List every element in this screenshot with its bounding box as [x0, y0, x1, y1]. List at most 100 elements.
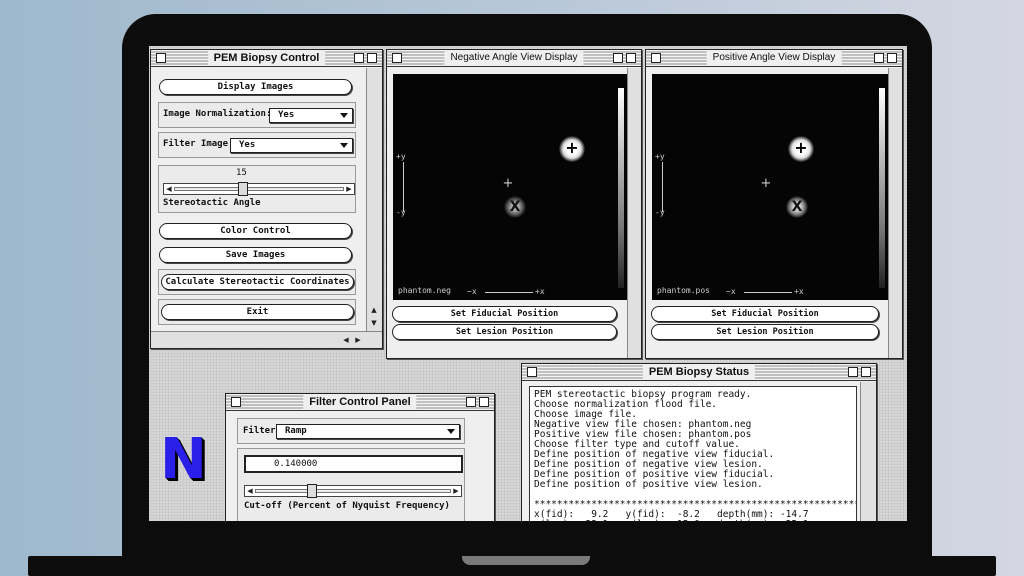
close-box-icon[interactable] [527, 367, 537, 377]
x-plus-label: +x [535, 287, 545, 296]
zoom-box-icon[interactable] [874, 53, 884, 63]
scroll-up-icon[interactable]: ▲ [369, 305, 379, 315]
fiducial-marker: + [794, 138, 808, 157]
close-box-icon[interactable] [156, 53, 166, 63]
y-minus-label: -y [396, 208, 406, 217]
slider-right-arrow-icon[interactable]: ▶ [451, 486, 461, 496]
y-plus-label: +y [655, 152, 665, 161]
vertical-scrollbar[interactable] [627, 68, 641, 358]
collapse-box-icon[interactable] [887, 53, 897, 63]
exit-button[interactable]: Exit [161, 304, 354, 320]
set-lesion-button[interactable]: Set Lesion Position [651, 324, 879, 340]
dropdown-arrow-icon [447, 429, 455, 434]
negative-view-image[interactable]: + X + +y -y phantom.neg −x +x [393, 74, 627, 300]
filter-image-value: Yes [239, 140, 256, 150]
zoom-box-icon[interactable] [466, 397, 476, 407]
lesion-marker: X [509, 199, 521, 215]
center-crosshair: + [760, 176, 772, 191]
window-title: Positive Angle View Display [706, 50, 842, 66]
window-title: PEM Biopsy Status [642, 364, 756, 380]
image-filename: phantom.pos [657, 286, 710, 295]
calculate-coordinates-button[interactable]: Calculate Stereotactic Coordinates [161, 274, 354, 290]
filter-type-select[interactable]: Ramp [276, 424, 460, 439]
normalization-value: Yes [278, 110, 295, 120]
dropdown-arrow-icon [340, 113, 348, 118]
collapse-box-icon[interactable] [861, 367, 871, 377]
title-bar[interactable]: PEM Biopsy Control [151, 50, 382, 67]
zoom-box-icon[interactable] [848, 367, 858, 377]
lesion-marker: X [791, 199, 803, 215]
title-bar[interactable]: Filter Control Panel [226, 394, 494, 411]
positive-view-window: Positive Angle View Display + X + +y -y … [645, 49, 903, 359]
x-minus-label: −x [726, 287, 736, 296]
angle-label: Stereotactic Angle [163, 198, 261, 208]
collapse-box-icon[interactable] [626, 53, 636, 63]
close-box-icon[interactable] [392, 53, 402, 63]
normalization-label: Image Normalization: [163, 109, 272, 119]
angle-value: 15 [236, 168, 247, 178]
title-bar[interactable]: Negative Angle View Display [387, 50, 641, 67]
close-box-icon[interactable] [231, 397, 241, 407]
filter-image-select[interactable]: Yes [230, 138, 353, 153]
biopsy-status-window: PEM Biopsy Status PEM stereotactic biops… [521, 363, 877, 521]
grayscale-bar [618, 88, 624, 288]
image-filename: phantom.neg [398, 286, 451, 295]
zoom-box-icon[interactable] [354, 53, 364, 63]
slider-track [255, 489, 451, 493]
cutoff-label: Cut-off (Percent of Nyquist Frequency) [244, 501, 450, 511]
positive-view-image[interactable]: + X + +y -y phantom.pos −x +x [652, 74, 888, 300]
set-fiducial-button[interactable]: Set Fiducial Position [392, 306, 617, 322]
horizontal-scrollbar[interactable]: ◀ ▶ [151, 331, 382, 348]
slider-track [174, 187, 344, 191]
slider-right-arrow-icon[interactable]: ▶ [344, 184, 354, 194]
biopsy-control-window: PEM Biopsy Control Display Images Image … [150, 49, 383, 349]
close-box-icon[interactable] [651, 53, 661, 63]
scroll-right-icon[interactable]: ▶ [353, 335, 363, 345]
x-axis-line [744, 292, 792, 293]
slider-left-arrow-icon[interactable]: ◀ [245, 486, 255, 496]
collapse-box-icon[interactable] [479, 397, 489, 407]
set-lesion-button[interactable]: Set Lesion Position [392, 324, 617, 340]
y-plus-label: +y [396, 152, 406, 161]
collapse-box-icon[interactable] [367, 53, 377, 63]
angle-slider[interactable]: ◀ ▶ [163, 182, 355, 196]
x-minus-label: −x [467, 287, 477, 296]
cutoff-value-field[interactable]: 0.140000 [244, 455, 463, 473]
cutoff-slider[interactable]: ◀ ▶ [244, 484, 462, 498]
window-title: Filter Control Panel [303, 394, 417, 410]
dropdown-arrow-icon [340, 143, 348, 148]
x-plus-label: +x [794, 287, 804, 296]
normalization-select[interactable]: Yes [269, 108, 353, 123]
fiducial-marker: + [565, 138, 579, 157]
color-control-button[interactable]: Color Control [159, 223, 352, 239]
window-title: Negative Angle View Display [444, 50, 584, 66]
window-title: PEM Biopsy Control [207, 50, 326, 66]
save-images-button[interactable]: Save Images [159, 247, 352, 263]
title-bar[interactable]: Positive Angle View Display [646, 50, 902, 67]
vertical-scrollbar[interactable] [888, 68, 902, 358]
app-logo: N [160, 427, 207, 492]
display-images-button[interactable]: Display Images [159, 79, 352, 95]
y-minus-label: -y [655, 208, 665, 217]
vertical-scrollbar[interactable]: ▲ ▼ [366, 68, 382, 331]
y-axis-line [403, 162, 404, 212]
zoom-box-icon[interactable] [613, 53, 623, 63]
slider-left-arrow-icon[interactable]: ◀ [164, 184, 174, 194]
vertical-scrollbar[interactable] [860, 382, 876, 521]
status-log[interactable]: PEM stereotactic biopsy program ready. C… [529, 386, 857, 521]
scroll-down-icon[interactable]: ▼ [369, 318, 379, 328]
grayscale-bar [879, 88, 885, 288]
x-axis-line [485, 292, 533, 293]
laptop-notch [462, 556, 590, 565]
filter-image-label: Filter Image: [163, 139, 234, 149]
center-crosshair: + [502, 176, 514, 191]
slider-knob[interactable] [238, 182, 248, 196]
y-axis-line [662, 162, 663, 212]
filter-type-label: Filter [243, 426, 276, 436]
slider-knob[interactable] [307, 484, 317, 498]
scroll-left-icon[interactable]: ◀ [341, 335, 351, 345]
set-fiducial-button[interactable]: Set Fiducial Position [651, 306, 879, 322]
negative-view-window: Negative Angle View Display + X + +y -y … [386, 49, 642, 359]
title-bar[interactable]: PEM Biopsy Status [522, 364, 876, 381]
desktop-screen: PEM Biopsy Control Display Images Image … [149, 46, 907, 521]
